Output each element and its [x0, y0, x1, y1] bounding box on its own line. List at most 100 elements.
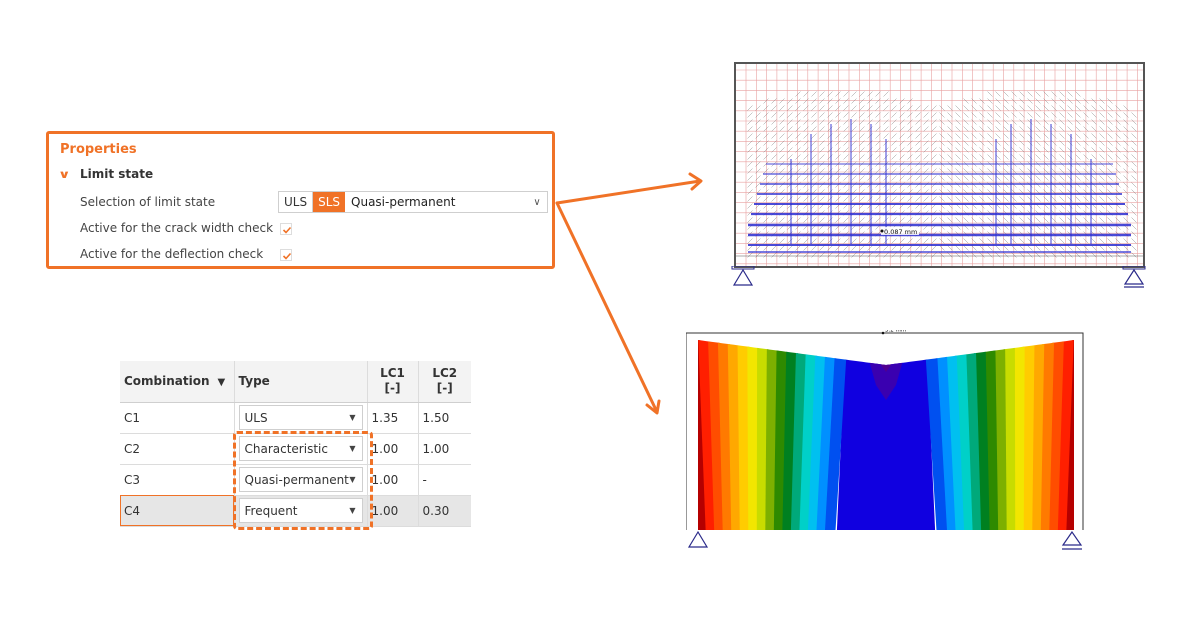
crack-tick: [915, 105, 921, 111]
crack-tick: [1075, 112, 1081, 118]
crack-tick: [747, 133, 753, 139]
crack-tick: [883, 252, 889, 258]
crack-tick: [1059, 154, 1065, 160]
crack-tick: [1019, 119, 1025, 125]
crack-tick: [787, 98, 793, 104]
table-header-row: Combination ▼ Type LC1 [-] LC2 [-]: [120, 361, 471, 403]
crack-tick: [987, 126, 993, 132]
crack-tick: [923, 112, 929, 118]
crack-tick: [779, 196, 785, 202]
crack-tick: [963, 168, 969, 174]
crack-tick: [1003, 133, 1009, 139]
crack-tick: [915, 119, 921, 125]
crack-tick: [1131, 252, 1137, 258]
crack-tick: [915, 112, 921, 118]
crack-tick: [987, 238, 993, 244]
combination-header[interactable]: Combination ▼: [120, 361, 235, 403]
crack-tick: [971, 217, 977, 223]
crack-tick: [963, 154, 969, 160]
crack-tick: [907, 217, 913, 223]
crack-tick: [1043, 245, 1049, 251]
crack-tick: [851, 154, 857, 160]
crack-tick: [915, 245, 921, 251]
type-header[interactable]: Type: [234, 361, 368, 403]
limit-state-selector[interactable]: ULS SLS Quasi-permanent ∨: [278, 191, 548, 213]
crack-tick: [771, 175, 777, 181]
type-dropdown[interactable]: Frequent ▼: [238, 498, 363, 523]
crack-width-checkbox[interactable]: [280, 223, 292, 235]
chevron-down-icon[interactable]: ∨: [527, 192, 547, 212]
type-dropdown[interactable]: Characteristic ▼: [238, 436, 363, 461]
lc2-cell[interactable]: 1.50: [418, 402, 471, 434]
type-dropdown[interactable]: ULS ▼: [238, 405, 363, 430]
crack-tick: [1035, 126, 1041, 132]
crack-tick: [915, 168, 921, 174]
lc2-cell[interactable]: 1.00: [418, 433, 471, 465]
crack-tick: [843, 245, 849, 251]
crack-tick: [1107, 245, 1113, 251]
lc2-cell[interactable]: 0.30: [418, 495, 471, 527]
crack-tick: [819, 119, 825, 125]
crack-tick: [1035, 119, 1041, 125]
crack-tick: [1019, 217, 1025, 223]
type-dropdown[interactable]: Quasi-permanent ▼: [238, 467, 363, 492]
crack-tick: [995, 245, 1001, 251]
lc1-cell[interactable]: 1.00: [367, 464, 419, 496]
crack-tick: [1043, 196, 1049, 202]
dropdown-arrow-icon[interactable]: ▼: [349, 475, 355, 484]
crack-tick: [1107, 133, 1113, 139]
crack-tick: [795, 126, 801, 132]
crack-tick: [1003, 168, 1009, 174]
sls-toggle[interactable]: SLS: [313, 192, 346, 212]
filter-icon[interactable]: ▼: [218, 377, 226, 388]
uls-toggle[interactable]: ULS: [279, 192, 314, 212]
crack-tick: [979, 217, 985, 223]
deflection-checkbox[interactable]: [280, 249, 292, 261]
crack-tick: [1067, 133, 1073, 139]
crack-tick: [971, 105, 977, 111]
crack-tick: [1051, 238, 1057, 244]
lc1-cell[interactable]: 1.00: [367, 433, 419, 465]
table-row[interactable]: C1 ULS ▼ 1.35 1.50: [120, 402, 471, 434]
combination-cell[interactable]: C2: [120, 433, 235, 465]
crack-tick: [787, 126, 793, 132]
limit-state-group[interactable]: ∨ Limit state: [58, 167, 153, 181]
crack-tick: [859, 168, 865, 174]
crack-tick: [987, 175, 993, 181]
table-row[interactable]: C2 Characteristic ▼ 1.00 1.00: [120, 433, 471, 465]
limit-state-dropdown-value[interactable]: Quasi-permanent: [345, 192, 527, 212]
crack-tick: [883, 98, 889, 104]
combination-cell[interactable]: C4: [120, 495, 235, 527]
crack-tick: [907, 245, 913, 251]
chevron-down-icon[interactable]: ∨: [58, 168, 72, 181]
crack-tick: [1115, 119, 1121, 125]
crack-tick: [1115, 161, 1121, 167]
crack-tick: [1131, 112, 1137, 118]
dropdown-arrow-icon[interactable]: ▼: [349, 413, 355, 422]
crack-tick: [1019, 238, 1025, 244]
crack-tick: [1027, 245, 1033, 251]
lc2-header[interactable]: LC2 [-]: [418, 361, 471, 403]
lc2-cell[interactable]: -: [418, 464, 471, 496]
crack-tick: [819, 91, 825, 97]
dropdown-arrow-icon[interactable]: ▼: [349, 506, 355, 515]
lc1-header[interactable]: LC1 [-]: [367, 361, 419, 403]
lc1-cell[interactable]: 1.35: [367, 402, 419, 434]
dropdown-arrow-icon[interactable]: ▼: [349, 444, 355, 453]
crack-tick: [931, 252, 937, 258]
lc1-cell[interactable]: 1.00: [367, 495, 419, 527]
crack-tick: [851, 238, 857, 244]
crack-tick: [1051, 126, 1057, 132]
combination-cell[interactable]: C1: [120, 402, 235, 434]
crack-tick: [1003, 98, 1009, 104]
combination-cell[interactable]: C3: [120, 464, 235, 496]
crack-tick: [971, 119, 977, 125]
table-row-selected[interactable]: C4 Frequent ▼ 1.00 0.30: [120, 495, 471, 527]
crack-tick: [1075, 105, 1081, 111]
table-row[interactable]: C3 Quasi-permanent ▼ 1.00 -: [120, 464, 471, 496]
right-support-icon: [1061, 530, 1083, 550]
checkmark-icon: [282, 252, 292, 260]
crack-tick: [811, 133, 817, 139]
crack-tick: [1075, 252, 1081, 258]
crack-tick: [1091, 105, 1097, 111]
